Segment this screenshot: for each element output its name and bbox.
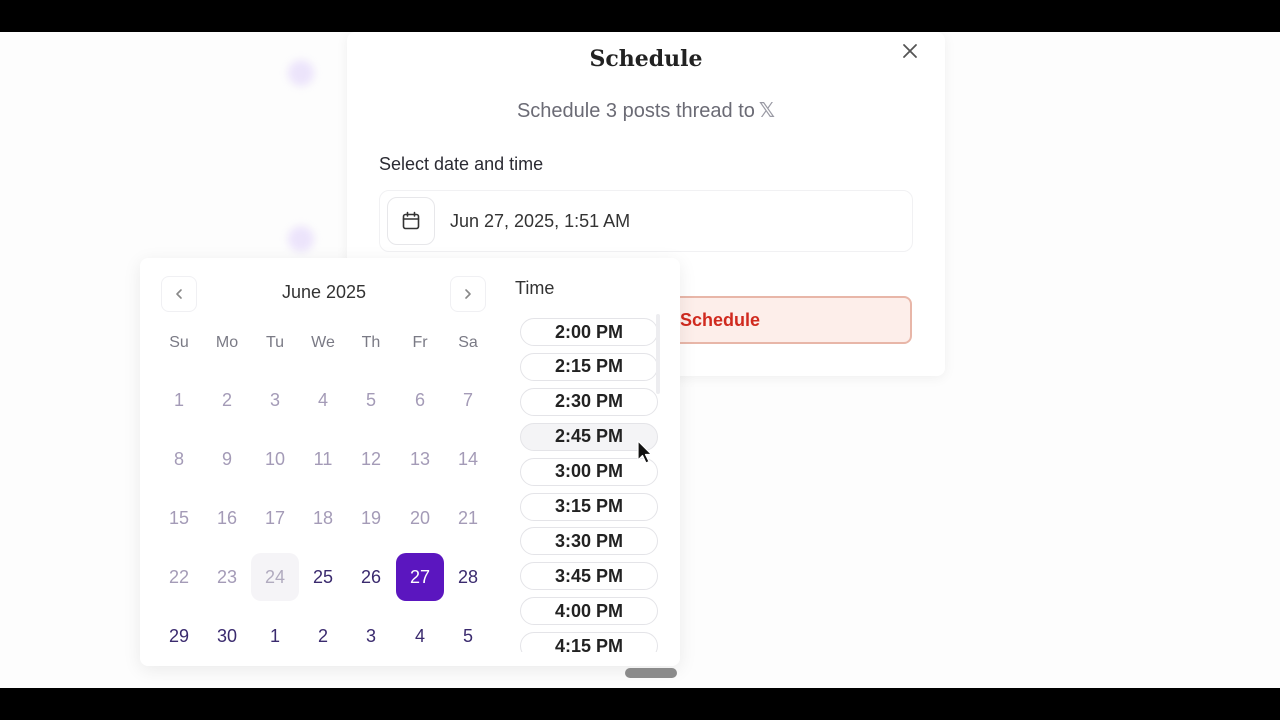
modal-title: Schedule bbox=[589, 46, 703, 72]
day-cell[interactable]: 12 bbox=[347, 435, 395, 483]
day-cell[interactable]: 22 bbox=[155, 553, 203, 601]
time-slot-list[interactable]: 2:00 PM 2:15 PM 2:30 PM 2:45 PM 3:00 PM 3:15 … bbox=[518, 314, 664, 652]
day-cell[interactable]: 10 bbox=[251, 435, 299, 483]
letterbox-bottom bbox=[0, 688, 1280, 720]
background-avatar bbox=[288, 60, 314, 86]
day-cell[interactable]: 3 bbox=[347, 612, 395, 660]
day-cell[interactable]: 5 bbox=[347, 376, 395, 424]
time-slot[interactable]: 2:15 PM bbox=[520, 352, 658, 381]
subtitle-text: Schedule 3 posts thread to bbox=[516, 100, 755, 122]
date-picker-popover: June 2025 Su Mo Tu We Th Fr Sa 1 2 3 4 5 6 7 8 9 10 11 12… bbox=[140, 258, 680, 666]
weekday-label: Mo bbox=[215, 334, 239, 351]
time-slot[interactable]: 4:00 PM bbox=[520, 597, 658, 626]
day-cell[interactable]: 26 bbox=[347, 553, 395, 601]
date-time-field[interactable]: Jun 27, 2025, 1:51 AM bbox=[379, 190, 913, 252]
day-cell[interactable]: 30 bbox=[203, 612, 251, 660]
day-cell[interactable]: 16 bbox=[203, 494, 251, 542]
day-cell[interactable]: 20 bbox=[396, 494, 444, 542]
time-slot[interactable]: 3:45 PM bbox=[520, 562, 658, 591]
schedule-button-label: Schedule bbox=[680, 310, 761, 330]
time-slot[interactable]: 2:00 PM bbox=[520, 318, 658, 346]
day-cell[interactable]: 8 bbox=[155, 435, 203, 483]
day-cell[interactable]: 11 bbox=[299, 435, 347, 483]
day-cell[interactable]: 2 bbox=[299, 612, 347, 660]
weekday-label: Fr bbox=[412, 334, 428, 351]
modal-subtitle: Schedule 3 posts thread to 𝕏 bbox=[347, 98, 945, 123]
day-cell[interactable]: 25 bbox=[299, 553, 347, 601]
day-cell[interactable]: 18 bbox=[299, 494, 347, 542]
day-cell[interactable]: 13 bbox=[396, 435, 444, 483]
date-time-label: Select date and time bbox=[379, 154, 544, 174]
day-cell[interactable]: 28 bbox=[444, 553, 492, 601]
close-button[interactable] bbox=[897, 38, 923, 64]
calendar-icon bbox=[402, 211, 420, 230]
weekday-label: Tu bbox=[265, 334, 285, 351]
time-slot[interactable]: 3:15 PM bbox=[520, 492, 658, 521]
time-title: Time bbox=[515, 278, 555, 298]
date-time-value: Jun 27, 2025, 1:51 AM bbox=[450, 211, 631, 231]
day-cell[interactable]: 29 bbox=[155, 612, 203, 660]
weekday-label: Th bbox=[361, 334, 381, 351]
day-cell[interactable]: 24 bbox=[251, 553, 299, 601]
weekday-label: Sa bbox=[458, 334, 478, 351]
day-cell[interactable]: 2 bbox=[203, 376, 251, 424]
day-cell[interactable]: 4 bbox=[299, 376, 347, 424]
day-cell[interactable]: 17 bbox=[251, 494, 299, 542]
weekday-label: Su bbox=[169, 334, 189, 351]
horizontal-scrollbar[interactable] bbox=[625, 668, 677, 678]
month-label: June 2025 bbox=[281, 282, 367, 302]
time-list-scrollbar[interactable] bbox=[656, 314, 660, 394]
day-cell-selected[interactable]: 27 bbox=[396, 553, 444, 601]
app-viewport: Schedule Schedule 3 posts thread to 𝕏 Sel… bbox=[0, 32, 1280, 688]
time-slot[interactable]: 3:30 PM bbox=[520, 527, 658, 556]
next-month-button[interactable] bbox=[450, 276, 486, 312]
chevron-left-icon bbox=[176, 289, 182, 299]
day-cell[interactable]: 1 bbox=[251, 612, 299, 660]
day-cell[interactable]: 9 bbox=[203, 435, 251, 483]
calendar-button[interactable] bbox=[387, 197, 435, 245]
day-cell[interactable]: 7 bbox=[444, 376, 492, 424]
day-cell[interactable]: 6 bbox=[396, 376, 444, 424]
day-cell[interactable]: 3 bbox=[251, 376, 299, 424]
day-cell[interactable]: 5 bbox=[444, 612, 492, 660]
close-icon bbox=[903, 44, 917, 58]
background-avatar bbox=[288, 226, 314, 252]
mouse-cursor-icon bbox=[637, 440, 653, 464]
x-logo-icon: 𝕏 bbox=[758, 100, 776, 122]
prev-month-button[interactable] bbox=[161, 276, 197, 312]
chevron-right-icon bbox=[465, 289, 471, 299]
day-cell[interactable]: 23 bbox=[203, 553, 251, 601]
day-cell[interactable]: 1 bbox=[155, 376, 203, 424]
day-cell[interactable]: 21 bbox=[444, 494, 492, 542]
day-cell[interactable]: 14 bbox=[444, 435, 492, 483]
day-cell[interactable]: 19 bbox=[347, 494, 395, 542]
time-slot[interactable]: 4:15 PM bbox=[520, 632, 658, 652]
weekday-label: We bbox=[311, 334, 335, 351]
schedule-button[interactable]: Schedule bbox=[659, 296, 912, 344]
day-cell[interactable]: 15 bbox=[155, 494, 203, 542]
day-cell[interactable]: 4 bbox=[396, 612, 444, 660]
time-slot[interactable]: 2:30 PM bbox=[520, 387, 658, 416]
